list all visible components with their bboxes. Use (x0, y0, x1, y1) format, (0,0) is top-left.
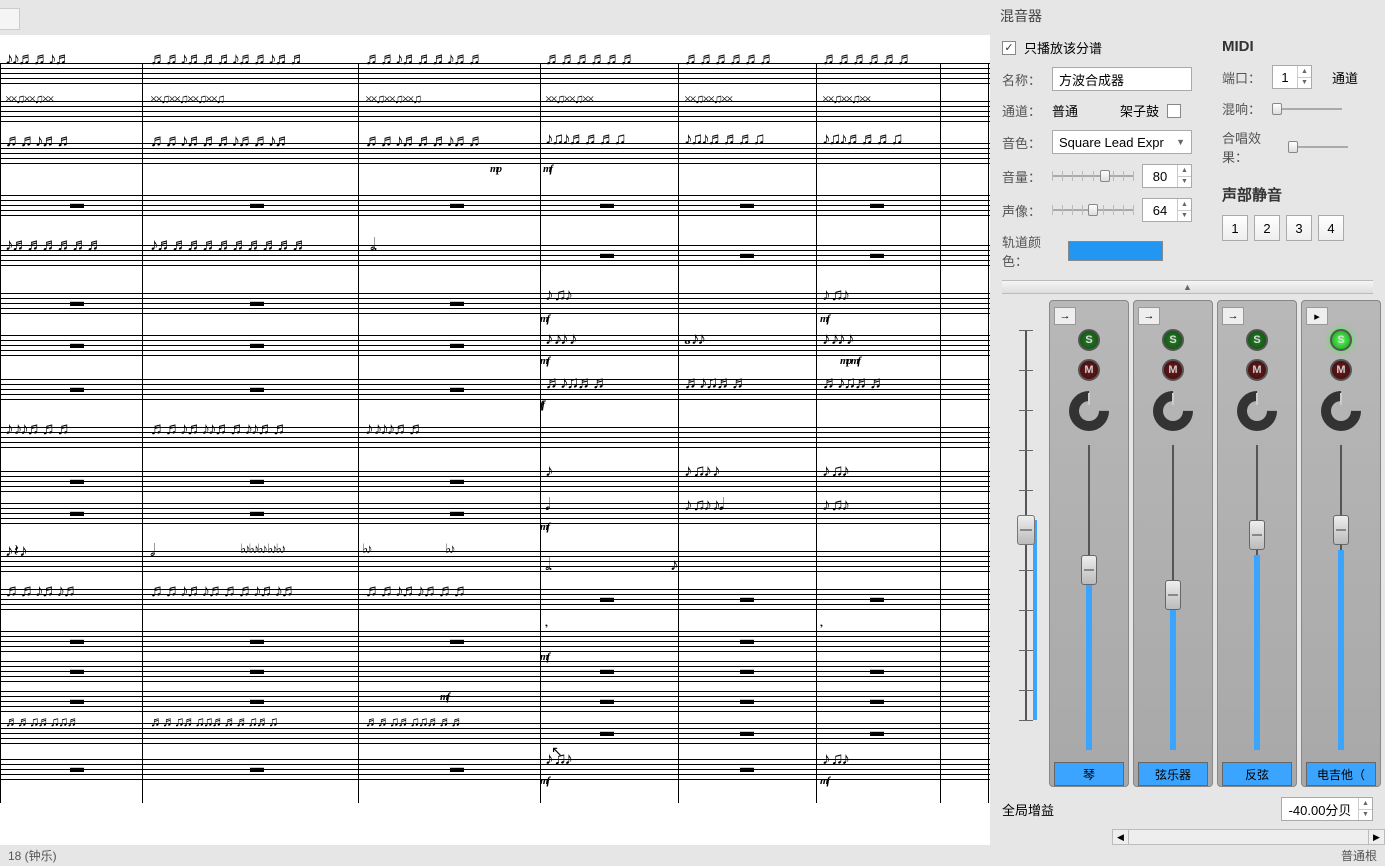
spin-up-icon[interactable]: ▲ (1298, 66, 1311, 77)
port-label: 端口： (1222, 68, 1264, 87)
pan-knob[interactable] (1321, 391, 1361, 431)
mixer-title: 混音器 (990, 0, 1385, 32)
master-fader[interactable] (1025, 330, 1027, 720)
channel-expand-button[interactable]: ▸ (1306, 307, 1328, 325)
chorus-label: 合唱效果： (1222, 128, 1280, 166)
spin-down-icon[interactable]: ▼ (1359, 809, 1372, 821)
mute-voice-1[interactable]: 1 (1222, 215, 1248, 241)
spin-up-icon[interactable]: ▲ (1359, 798, 1372, 809)
master-strip (1002, 300, 1049, 787)
mute-button[interactable]: M (1162, 359, 1184, 381)
solo-button[interactable]: S (1246, 329, 1268, 351)
status-right: 普通根 (1341, 847, 1377, 864)
drumset-checkbox[interactable] (1167, 104, 1181, 118)
name-label: 名称： (1002, 70, 1044, 89)
global-gain-label: 全局增益 (1002, 800, 1054, 819)
channel2-label: 通道 (1332, 68, 1358, 87)
channel-strip: ▸ S M 电吉他（ (1301, 300, 1381, 787)
reverb-slider[interactable] (1272, 101, 1342, 117)
solo-button[interactable]: S (1078, 329, 1100, 351)
scroll-left-icon[interactable]: ◀ (1113, 830, 1129, 844)
chevron-down-icon: ▼ (1176, 137, 1185, 147)
channel-fader[interactable] (1247, 445, 1267, 750)
channel-fader[interactable] (1331, 445, 1351, 750)
drumset-label: 架子鼓 (1120, 101, 1159, 120)
pan-knob[interactable] (1237, 391, 1277, 431)
channel-expand-button[interactable]: → (1054, 307, 1076, 325)
channel-value: 普通 (1052, 101, 1112, 120)
play-only-checkbox[interactable] (1002, 41, 1016, 55)
score-sheet[interactable]: ♪♪♬♬♪♬ ♬♬♪♬♬♬♪♬♬♪♬♬ ♬♬♪♬♬♬♪♬♬ ♬♬♬♬♬♬ ♬♬♬… (0, 35, 990, 845)
volume-slider[interactable] (1052, 168, 1134, 184)
mute-button[interactable]: M (1078, 359, 1100, 381)
pan-knob[interactable] (1069, 391, 1109, 431)
scroll-right-icon[interactable]: ▶ (1368, 830, 1384, 844)
mixer-hscrollbar[interactable]: ◀ ▶ (1112, 829, 1385, 845)
mute-voice-4[interactable]: 4 (1318, 215, 1344, 241)
volume-spinbox[interactable]: ▲▼ (1142, 164, 1192, 188)
midi-header: MIDI (1222, 38, 1373, 55)
status-left: 18 (钟乐) (8, 847, 57, 864)
channel-fader[interactable] (1079, 445, 1099, 750)
score-tab[interactable] (0, 8, 20, 30)
channel-label[interactable]: 琴 (1054, 762, 1124, 786)
pan-knob[interactable] (1153, 391, 1193, 431)
channel-strip: → S M 反弦 (1217, 300, 1297, 787)
volume-label: 音量： (1002, 167, 1044, 186)
spin-down-icon[interactable]: ▼ (1298, 77, 1311, 89)
status-bar: 18 (钟乐) 普通根 (0, 845, 1385, 866)
channel-fader[interactable] (1163, 445, 1183, 750)
sound-label: 音色： (1002, 133, 1044, 152)
spin-down-icon[interactable]: ▼ (1178, 176, 1191, 188)
chorus-slider[interactable] (1288, 139, 1348, 155)
track-color-swatch[interactable] (1068, 241, 1163, 261)
reverb-label: 混响： (1222, 99, 1264, 118)
mute-voice-3[interactable]: 3 (1286, 215, 1312, 241)
mixer-panel: 混音器 只播放该分谱 名称： 通道： 普通 架子鼓 音色： Square Lea… (990, 0, 1385, 845)
channel-label[interactable]: 反弦 (1222, 762, 1292, 786)
mixer-strips: → S M 琴 → S M 弦乐器 → S M 反弦 ▸ S M (990, 294, 1385, 793)
cursor-icon: ↖ (551, 743, 563, 760)
expand-toggle[interactable]: ▲ (1002, 280, 1373, 294)
sound-value: Square Lead Expr (1059, 135, 1164, 150)
pan-label: 声像： (1002, 201, 1044, 220)
score-area[interactable]: ♪♪♬♬♪♬ ♬♬♪♬♬♬♪♬♬♪♬♬ ♬♬♪♬♬♬♪♬♬ ♬♬♬♬♬♬ ♬♬♬… (0, 0, 990, 845)
channel-expand-button[interactable]: → (1138, 307, 1160, 325)
solo-button[interactable]: S (1330, 329, 1352, 351)
global-gain-spinbox[interactable]: ▲▼ (1281, 797, 1373, 821)
channel-label[interactable]: 电吉他（ (1306, 762, 1376, 786)
spin-up-icon[interactable]: ▲ (1178, 199, 1191, 210)
channel-expand-button[interactable]: → (1222, 307, 1244, 325)
mute-button[interactable]: M (1330, 359, 1352, 381)
sound-combobox[interactable]: Square Lead Expr ▼ (1052, 130, 1192, 154)
solo-button[interactable]: S (1162, 329, 1184, 351)
channel-label[interactable]: 弦乐器 (1138, 762, 1208, 786)
channel-strip: → S M 琴 (1049, 300, 1129, 787)
channel-label: 通道： (1002, 101, 1044, 120)
spin-down-icon[interactable]: ▼ (1178, 210, 1191, 222)
pan-slider[interactable] (1052, 202, 1134, 218)
name-input[interactable] (1052, 67, 1192, 91)
pan-spinbox[interactable]: ▲▼ (1142, 198, 1192, 222)
mute-voice-2[interactable]: 2 (1254, 215, 1280, 241)
mute-button[interactable]: M (1246, 359, 1268, 381)
port-spinbox[interactable]: ▲▼ (1272, 65, 1312, 89)
channel-strip: → S M 弦乐器 (1133, 300, 1213, 787)
track-color-label: 轨道颜色： (1002, 232, 1060, 270)
mute-header: 声部静音 (1222, 184, 1373, 205)
spin-up-icon[interactable]: ▲ (1178, 165, 1191, 176)
play-only-label: 只播放该分谱 (1024, 38, 1102, 57)
